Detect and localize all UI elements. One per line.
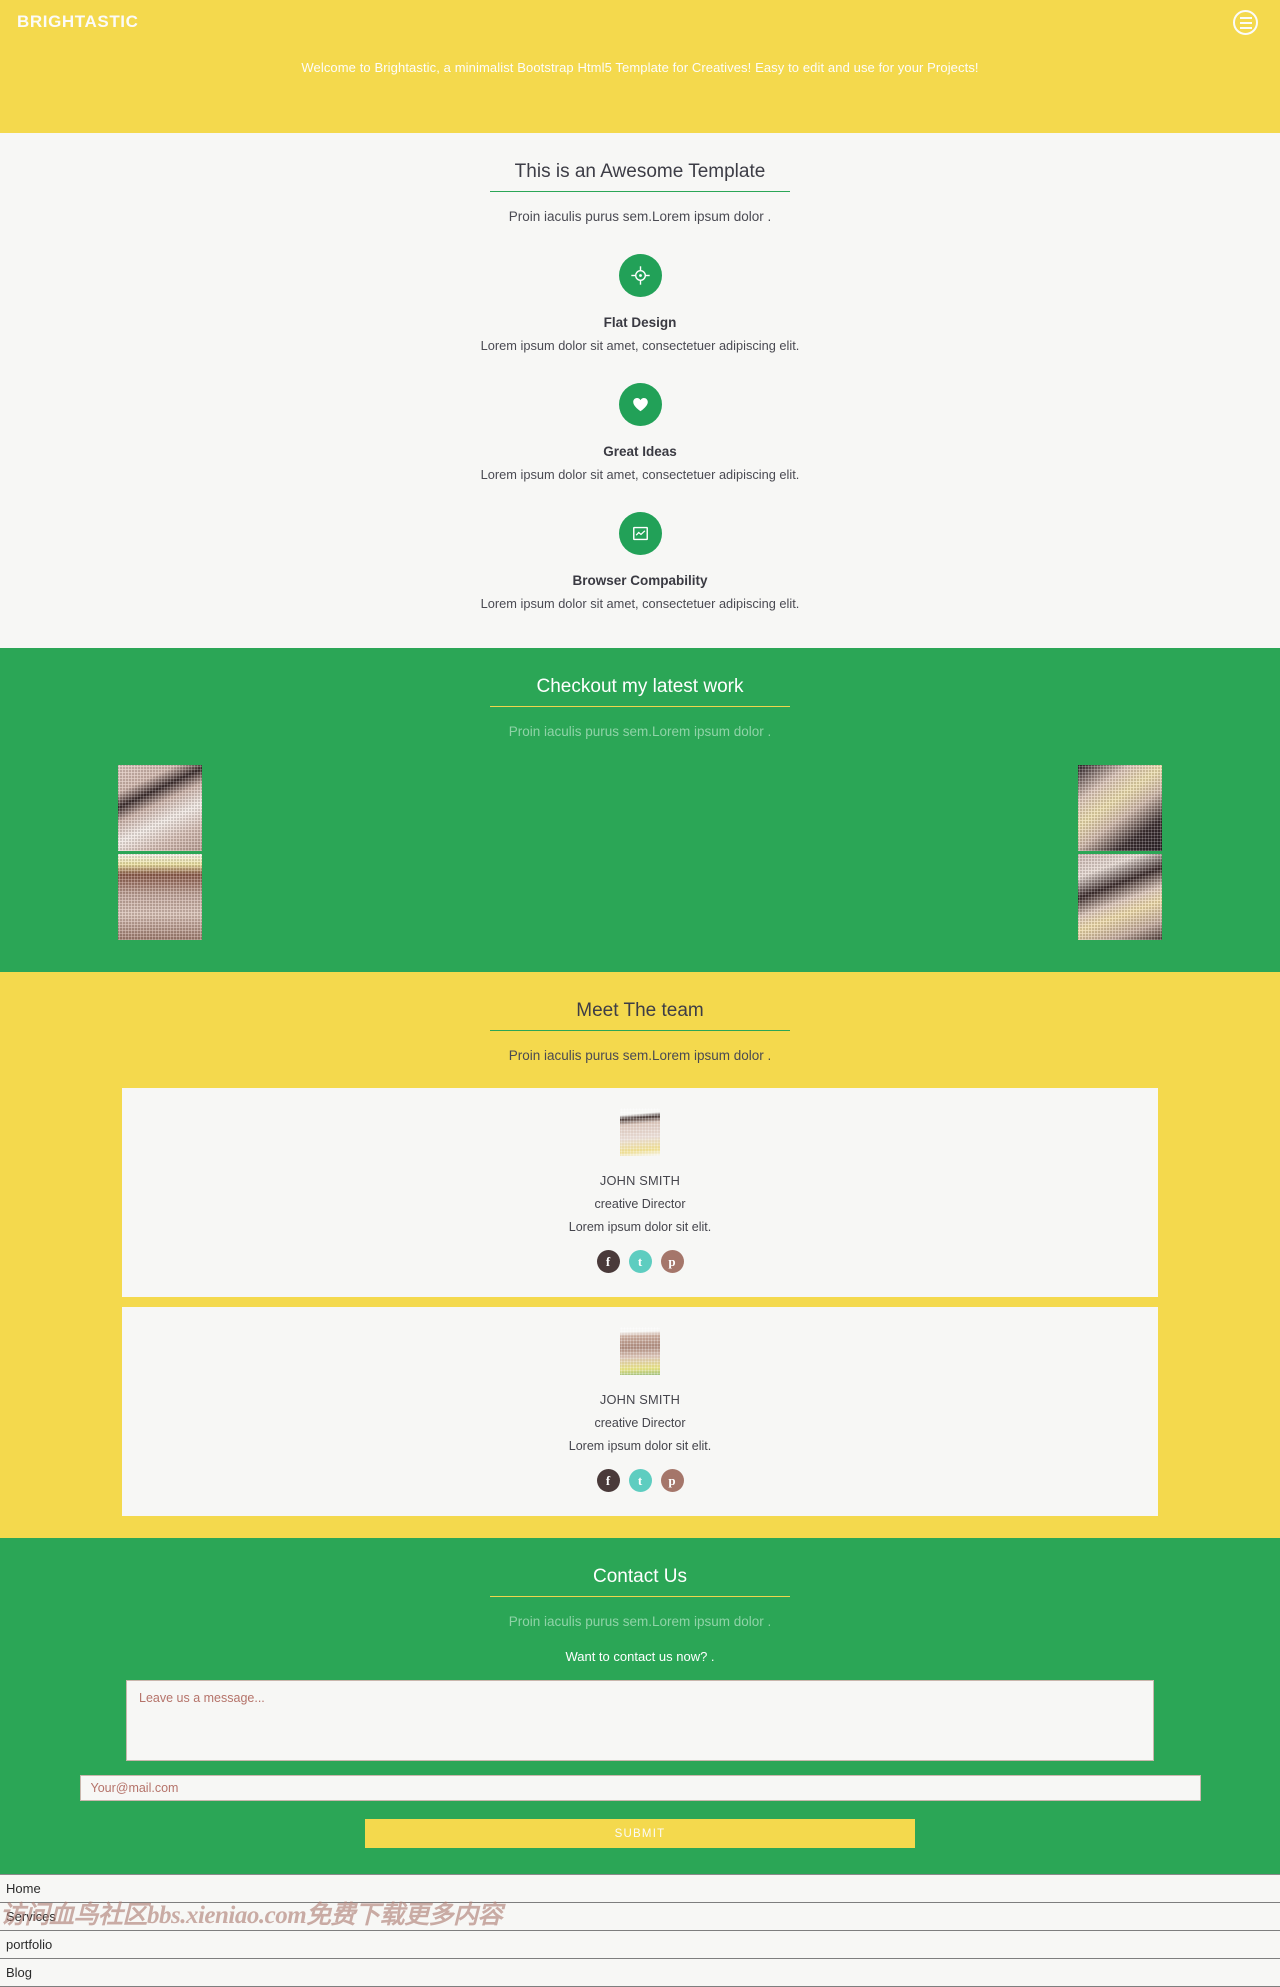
feature-title: Browser Compability <box>572 573 708 588</box>
team-section: Meet The team Proin iaculis purus sem.Lo… <box>0 972 1280 1538</box>
email-input[interactable] <box>79 1775 1201 1801</box>
team-member-name: JOHN SMITH <box>599 1392 681 1407</box>
footer-item-blog[interactable]: Blog <box>0 1959 1280 1987</box>
team-member-role: creative Director <box>594 1197 686 1211</box>
message-input[interactable] <box>126 1680 1154 1761</box>
portfolio-thumb-3[interactable] <box>1078 765 1162 851</box>
team-member-name: JOHN SMITH <box>599 1173 681 1188</box>
contact-section: Contact Us Proin iaculis purus sem.Lorem… <box>0 1538 1280 1874</box>
team-heading: Meet The team Proin iaculis purus sem.Lo… <box>0 1000 1280 1063</box>
feature-title: Flat Design <box>603 315 677 330</box>
hero-header: BRIGHTASTIC Welcome to Brightastic, a mi… <box>0 0 1280 133</box>
contact-heading: Contact Us Proin iaculis purus sem.Lorem… <box>0 1566 1280 1629</box>
facebook-icon[interactable]: f <box>596 1469 620 1492</box>
facebook-icon[interactable]: f <box>596 1250 620 1273</box>
team-title: Meet The team <box>576 1000 704 1021</box>
team-card-list: JOHN SMITH creative Director Lorem ipsum… <box>122 1088 1158 1538</box>
team-member-desc: Lorem ipsum dolor sit elit. <box>568 1220 712 1234</box>
feature-flat-design: Flat Design Lorem ipsum dolor sit amet, … <box>0 254 1280 353</box>
features-subtitle: Proin iaculis purus sem.Lorem ipsum dolo… <box>508 209 772 224</box>
team-card: JOHN SMITH creative Director Lorem ipsum… <box>122 1307 1158 1516</box>
portfolio-thumb-4[interactable] <box>1078 854 1162 940</box>
feature-desc: Lorem ipsum dolor sit amet, consectetuer… <box>480 338 800 353</box>
feature-desc: Lorem ipsum dolor sit amet, consectetuer… <box>480 467 800 482</box>
portfolio-column <box>0 765 320 940</box>
team-member-desc: Lorem ipsum dolor sit elit. <box>568 1439 712 1453</box>
hamburger-bar <box>1239 16 1252 19</box>
contact-cta: Want to contact us now? . <box>565 1649 715 1664</box>
footer-nav: Home Services portfolio Blog <box>0 1874 1280 1987</box>
avatar <box>620 1327 660 1375</box>
footer-item-home[interactable]: Home <box>0 1875 1280 1903</box>
twitter-icon[interactable]: t <box>628 1469 652 1492</box>
pinterest-icon[interactable]: p <box>660 1469 684 1492</box>
browser-window-icon <box>618 512 662 555</box>
portfolio-heading: Checkout my latest work Proin iaculis pu… <box>0 676 1280 739</box>
portfolio-grid <box>0 765 1280 940</box>
crosshair-target-icon <box>618 254 662 297</box>
contact-subtitle: Proin iaculis purus sem.Lorem ipsum dolo… <box>508 1614 772 1629</box>
portfolio-title: Checkout my latest work <box>536 676 744 697</box>
portfolio-thumb-1[interactable] <box>118 765 202 851</box>
feature-title: Great Ideas <box>603 444 677 459</box>
features-heading: This is an Awesome Template Proin iaculi… <box>0 161 1280 224</box>
feature-great-ideas: Great Ideas Lorem ipsum dolor sit amet, … <box>0 383 1280 482</box>
twitter-icon[interactable]: t <box>628 1250 652 1273</box>
hamburger-icon[interactable] <box>1233 10 1258 35</box>
pinterest-icon[interactable]: p <box>660 1250 684 1273</box>
features-section: This is an Awesome Template Proin iaculi… <box>0 133 1280 648</box>
team-card: JOHN SMITH creative Director Lorem ipsum… <box>122 1088 1158 1297</box>
feature-desc: Lorem ipsum dolor sit amet, consectetuer… <box>480 596 800 611</box>
site-brand[interactable]: BRIGHTASTIC <box>17 12 139 32</box>
portfolio-column <box>960 765 1280 940</box>
avatar <box>620 1108 660 1156</box>
hamburger-bar <box>1239 26 1252 29</box>
social-links: f t p <box>122 1469 1158 1492</box>
hero-tagline: Welcome to Brightastic, a minimalist Boo… <box>301 60 979 75</box>
hamburger-bar <box>1239 21 1252 24</box>
heart-icon <box>618 383 662 426</box>
features-title: This is an Awesome Template <box>514 161 766 182</box>
portfolio-thumb-2[interactable] <box>118 854 202 940</box>
footer-item-services[interactable]: Services <box>0 1903 1280 1931</box>
portfolio-subtitle: Proin iaculis purus sem.Lorem ipsum dolo… <box>508 724 772 739</box>
team-subtitle: Proin iaculis purus sem.Lorem ipsum dolo… <box>508 1048 772 1063</box>
team-member-role: creative Director <box>594 1416 686 1430</box>
portfolio-section: Checkout my latest work Proin iaculis pu… <box>0 648 1280 972</box>
submit-button[interactable]: SUBMIT <box>365 1819 915 1848</box>
social-links: f t p <box>122 1250 1158 1273</box>
contact-title: Contact Us <box>593 1566 687 1587</box>
feature-browser-compability: Browser Compability Lorem ipsum dolor si… <box>0 512 1280 611</box>
contact-form: SUBMIT <box>0 1680 1280 1848</box>
